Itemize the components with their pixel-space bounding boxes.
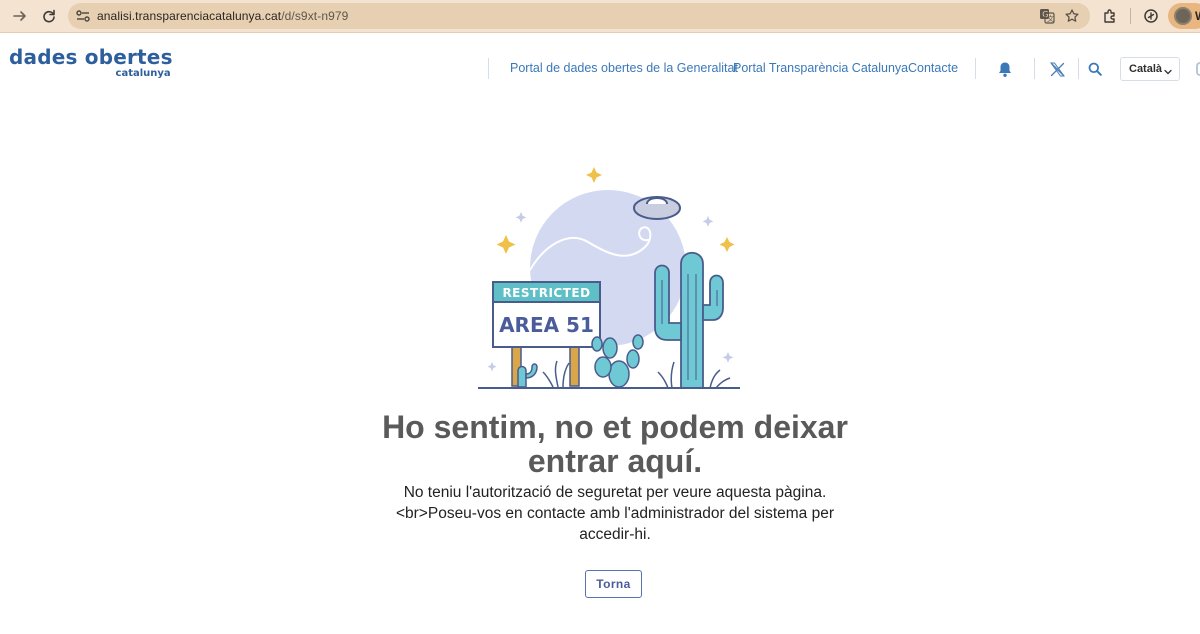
svg-text:文: 文 xyxy=(1047,14,1054,23)
error-title: Ho sentim, no et podem deixar entrar aqu… xyxy=(382,409,848,479)
back-button[interactable]: Torna xyxy=(585,570,642,598)
sign-main-text: AREA 51 xyxy=(499,313,594,337)
logo-sub-text: catalunya xyxy=(115,68,171,79)
profile-button[interactable]: W xyxy=(1168,3,1200,29)
logo-main-text: dades obertes xyxy=(9,45,173,69)
language-select[interactable]: Català xyxy=(1120,57,1180,81)
extensions-icon[interactable] xyxy=(1099,5,1121,27)
site-header: dades obertes catalunya Portal de dades … xyxy=(0,34,1200,102)
sparkle-icon xyxy=(702,216,714,227)
url-host: analisi.transparenciacatalunya.cat xyxy=(97,9,282,23)
x-logo-icon[interactable] xyxy=(1046,58,1068,80)
nav-divider xyxy=(1034,58,1035,79)
nav-divider xyxy=(975,58,976,79)
nav-link-contact[interactable]: Contacte xyxy=(908,61,958,75)
star-icon xyxy=(719,237,735,252)
ufo-icon xyxy=(633,196,681,220)
site-info-icon[interactable] xyxy=(74,7,92,25)
url-path: /d/s9xt-n979 xyxy=(281,9,349,23)
bookmark-star-icon[interactable] xyxy=(1063,7,1081,25)
sign-top-text: RESTRICTED xyxy=(502,286,590,300)
toolbar-divider xyxy=(1130,8,1131,24)
small-cactus xyxy=(517,363,538,388)
site-logo[interactable]: dades obertes catalunya xyxy=(9,46,173,79)
saguaro-cactus xyxy=(654,251,724,389)
error-description: No teniu l'autorització de seguretat per… xyxy=(395,484,835,543)
sync-icon[interactable] xyxy=(1140,5,1162,27)
back-arrow-icon[interactable] xyxy=(9,5,31,27)
profile-avatar xyxy=(1174,7,1192,25)
sparkle-icon xyxy=(722,352,734,363)
search-icon[interactable] xyxy=(1084,58,1106,80)
nav-divider xyxy=(488,58,489,79)
sparkle-icon xyxy=(487,362,497,372)
reload-icon[interactable] xyxy=(38,5,60,27)
cropped-header-element xyxy=(1196,62,1200,76)
sparkle-icon xyxy=(515,212,527,223)
star-icon xyxy=(496,235,516,254)
url-text[interactable]: analisi.transparenciacatalunya.cat/d/s9x… xyxy=(97,9,348,23)
restricted-sign: RESTRICTED AREA 51 xyxy=(492,281,601,348)
nav-divider xyxy=(1078,58,1079,79)
chevron-down-icon xyxy=(1163,64,1173,82)
translate-icon[interactable]: G文 xyxy=(1038,7,1056,25)
profile-initial: W xyxy=(1195,9,1200,23)
nav-link-transparency-portal[interactable]: Portal Transparència Catalunya xyxy=(733,61,908,75)
bell-icon[interactable] xyxy=(994,58,1016,80)
browser-toolbar: analisi.transparenciacatalunya.cat/d/s9x… xyxy=(0,0,1200,33)
language-label: Català xyxy=(1129,63,1163,75)
area-51-illustration: RESTRICTED AREA 51 xyxy=(478,167,740,389)
nav-link-open-data-portal[interactable]: Portal de dades obertes de la Generalita… xyxy=(510,61,738,75)
address-bar[interactable]: analisi.transparenciacatalunya.cat/d/s9x… xyxy=(68,3,1090,29)
star-icon xyxy=(586,167,602,183)
